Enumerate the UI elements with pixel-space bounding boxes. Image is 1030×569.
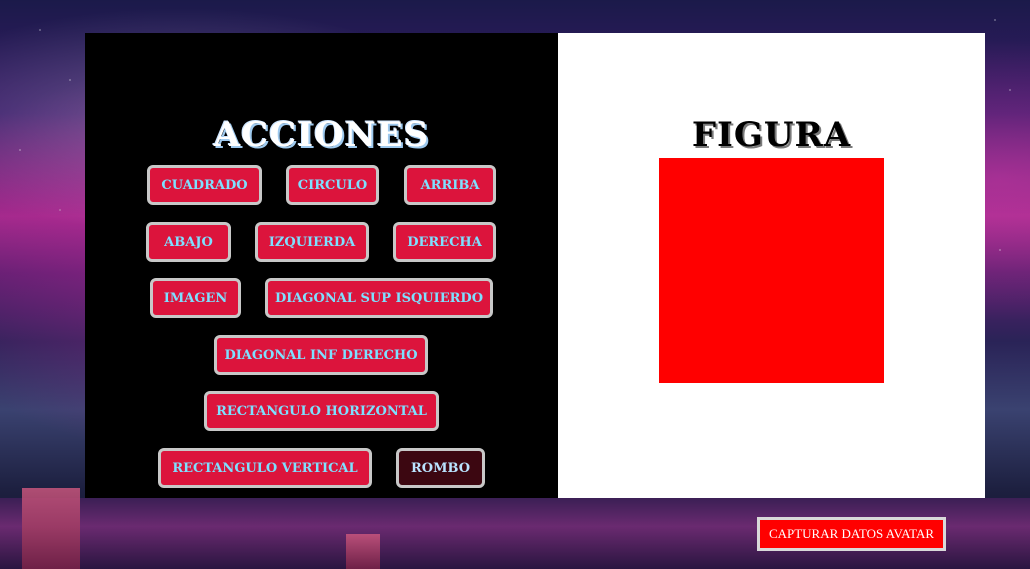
lantern-decoration bbox=[22, 488, 80, 569]
abajo-button[interactable]: ABAJO bbox=[146, 222, 231, 262]
acciones-panel: ACCIONES CUADRADO CIRCULO ARRIBA ABAJO I… bbox=[85, 33, 558, 498]
rombo-button[interactable]: ROMBO bbox=[396, 448, 485, 488]
circulo-button[interactable]: CIRCULO bbox=[286, 165, 379, 205]
arriba-button[interactable]: ARRIBA bbox=[404, 165, 496, 205]
diagonal-sup-izquierdo-button[interactable]: DIAGONAL SUP ISQUIERDO bbox=[265, 278, 493, 318]
izquierda-button[interactable]: IZQUIERDA bbox=[255, 222, 369, 262]
lantern-decoration bbox=[346, 534, 380, 569]
figura-panel: FIGURA bbox=[558, 33, 985, 498]
rectangulo-vertical-button[interactable]: RECTANGULO VERTICAL bbox=[158, 448, 372, 488]
imagen-button[interactable]: IMAGEN bbox=[150, 278, 241, 318]
cuadrado-button[interactable]: CUADRADO bbox=[147, 165, 262, 205]
figura-title: FIGURA bbox=[691, 115, 852, 155]
rectangulo-horizontal-button[interactable]: RECTANGULO HORIZONTAL bbox=[204, 391, 439, 431]
figure-square bbox=[659, 158, 884, 383]
derecha-button[interactable]: DERECHA bbox=[393, 222, 496, 262]
capture-avatar-data-button[interactable]: CAPTURAR DATOS AVATAR bbox=[757, 517, 946, 551]
diagonal-inf-derecho-button[interactable]: DIAGONAL INF DERECHO bbox=[214, 335, 428, 375]
acciones-title: ACCIONES bbox=[213, 115, 430, 155]
